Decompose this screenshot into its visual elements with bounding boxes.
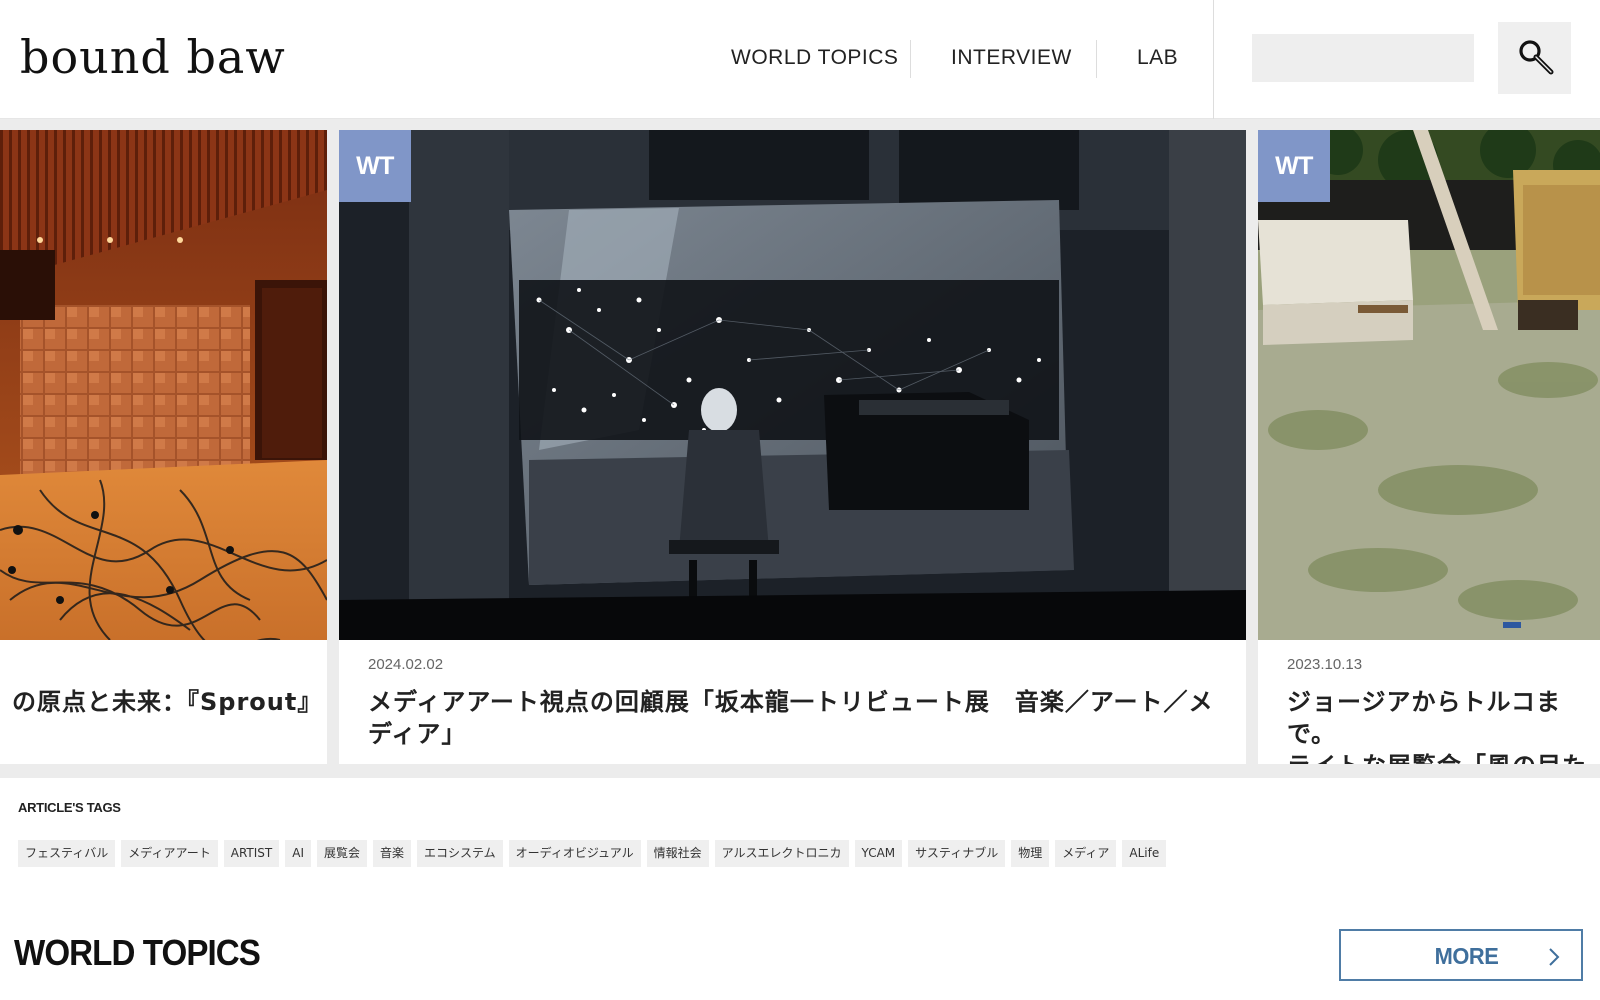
chevron-right-icon [1547,946,1561,973]
category-badge: WT [1258,130,1330,202]
search-input[interactable] [1252,34,1474,82]
tag-item[interactable]: 物理 [1011,840,1050,867]
tag-list: フェスティバル メディアアート ARTIST AI 展覧会 音楽 エコシステム オーディオビジ… [18,840,1167,867]
tag-item[interactable]: アルスエレクトロニカ [714,840,849,867]
category-badge: WT [339,130,411,202]
site-header: bound baw WORLD TOPICS INTERVIEW LAB [0,0,1600,119]
card-date: 2024.02.02 [368,656,444,673]
card-image: WT [339,130,1246,640]
tag-item[interactable]: AI [285,840,311,867]
tag-item[interactable]: メディア [1055,840,1117,867]
card-title[interactable]: ジョージアからトルコまで。 ライトな展覧会「風の目たち [1287,686,1600,764]
tag-item[interactable]: メディアアート [121,840,218,867]
carousel-card[interactable]: WT 2023.10.13 ジョージアからトルコまで。 ライトな展覧会「風の目た… [1258,130,1600,764]
nav-lab[interactable]: LAB [1137,46,1178,70]
tag-item[interactable]: ARTIST [223,840,280,867]
tag-item[interactable]: 情報社会 [646,840,709,867]
tag-item[interactable]: オーディオビジュアル [508,840,641,867]
header-divider [1213,0,1214,119]
nav-interview[interactable]: INTERVIEW [951,46,1072,70]
tag-item[interactable]: フェスティバル [18,840,116,867]
more-label: MORE [1434,943,1499,969]
carousel-card[interactable]: WT 2024.02.02 メディアアート視点の回顧展「坂本龍一トリビュート展 … [339,130,1246,764]
site-logo[interactable]: bound baw [20,32,286,82]
card-title[interactable]: メディアアート視点の回顧展「坂本龍一トリビュート展 音楽／アート／メ ディア」 [368,686,1213,750]
card-image [0,130,327,640]
card-image: WT [1258,130,1600,640]
tag-item[interactable]: 音楽 [373,840,412,867]
magnifier-icon [1515,37,1555,80]
tag-item[interactable]: YCAM [854,840,903,867]
card-title[interactable]: の原点と未来：『Sprout』 [12,686,322,718]
tag-item[interactable]: ALife [1122,840,1167,867]
section-title: WORLD TOPICS [14,932,261,973]
featured-carousel[interactable]: の原点と未来：『Sprout』 WT 2024.02.02 メディアアート視点の… [0,119,1600,778]
nav-divider [1096,40,1097,78]
search-button[interactable] [1498,22,1571,94]
more-button[interactable]: MORE [1339,929,1583,981]
carousel-card[interactable]: の原点と未来：『Sprout』 [0,130,327,764]
card-date: 2023.10.13 [1287,656,1363,673]
tag-item[interactable]: サスティナブル [908,840,1006,867]
tag-item[interactable]: 展覧会 [316,840,367,867]
nav-world-topics[interactable]: WORLD TOPICS [731,46,898,70]
tag-item[interactable]: エコシステム [417,840,503,867]
tags-heading: ARTICLE'S TAGS [18,800,121,815]
nav-divider [910,40,911,78]
